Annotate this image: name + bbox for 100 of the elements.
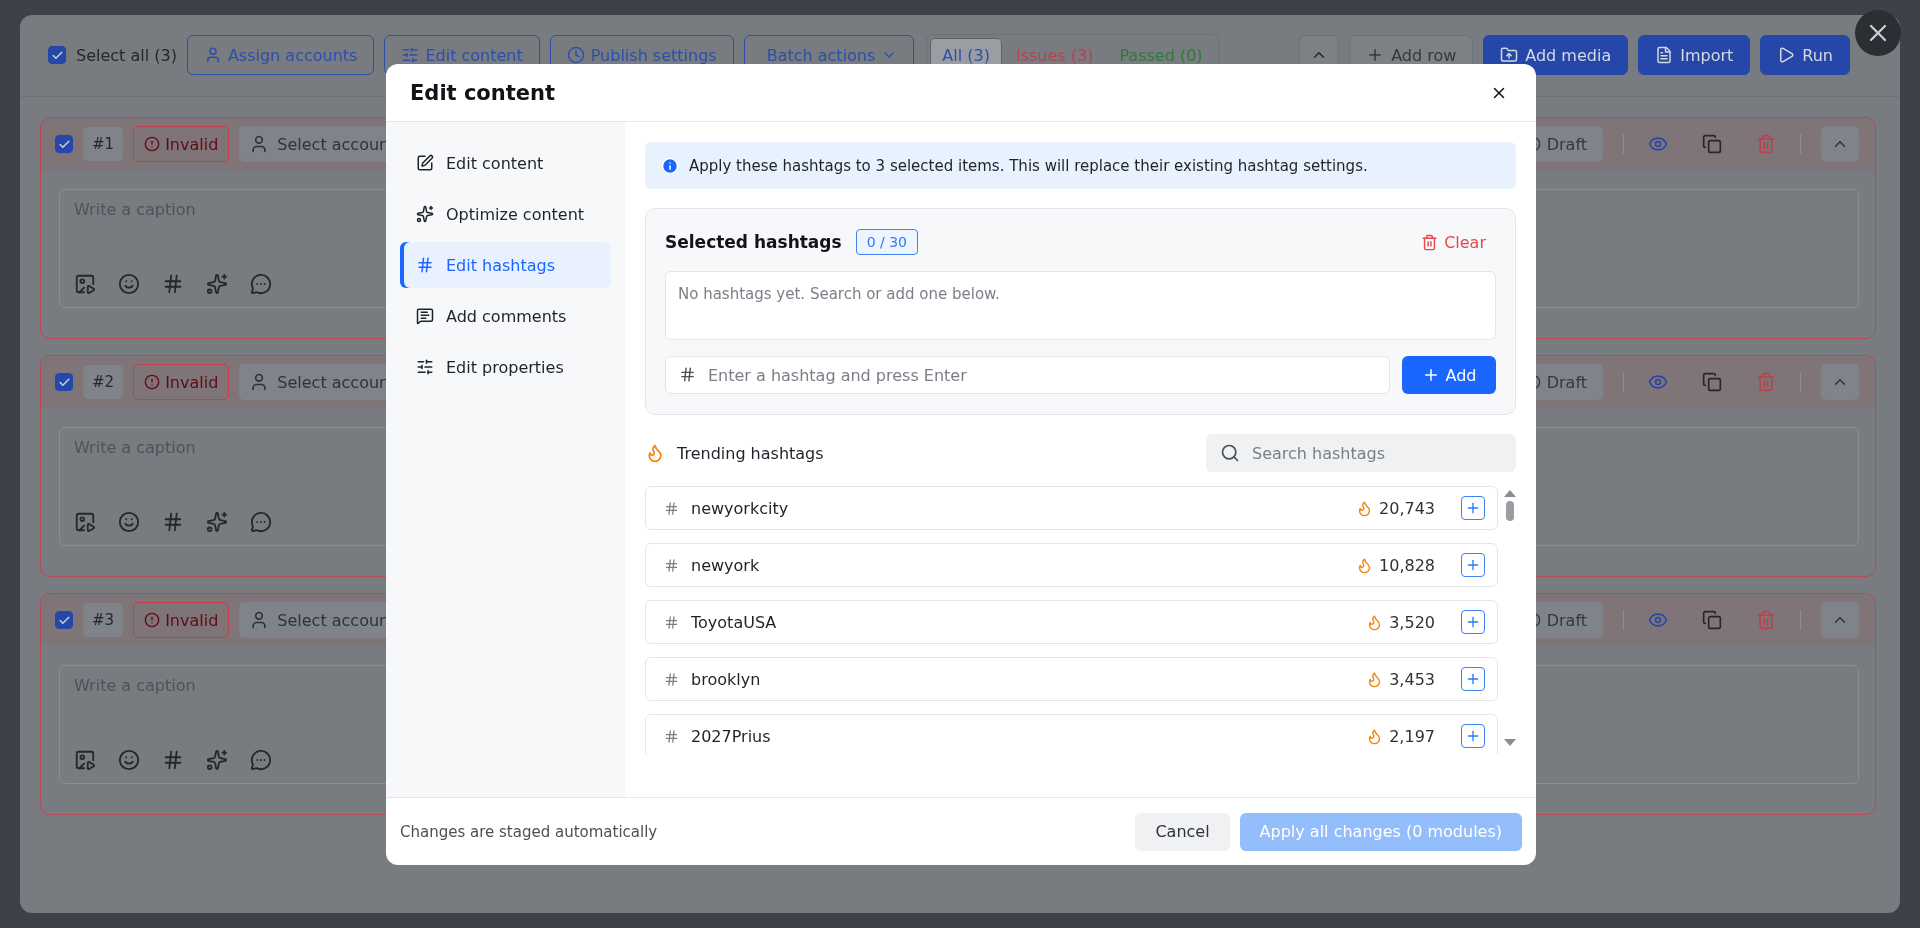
hashtag-name: 2027Prius: [691, 726, 771, 746]
plus-icon: [1465, 728, 1481, 744]
comment-icon: [250, 749, 272, 771]
hash-icon: [664, 500, 679, 516]
hash-icon: [664, 728, 679, 744]
comment-icon: [250, 511, 272, 533]
media-icon: [74, 511, 96, 533]
count-badge: 0 / 30: [855, 229, 918, 255]
hashtag-row[interactable]: ToyotaUSA 3,520: [645, 600, 1498, 644]
trash-icon: [1421, 233, 1439, 251]
action-button[interactable]: Import: [1638, 35, 1751, 75]
add-hashtag-button[interactable]: [1461, 724, 1485, 748]
hashtag-row[interactable]: 2027Prius 2,197: [645, 714, 1498, 754]
hashtag-row[interactable]: newyork 10,828: [645, 543, 1498, 587]
hashtag-name: newyorkcity: [691, 498, 789, 518]
add-hashtag-button[interactable]: [1461, 667, 1485, 691]
close-button[interactable]: [1855, 10, 1901, 56]
hashtag-name: newyork: [691, 555, 760, 575]
hashtag-name: ToyotaUSA: [691, 612, 777, 632]
message-icon: [416, 307, 434, 325]
media-icon: [74, 749, 96, 771]
check-icon: [57, 613, 71, 627]
eye-icon: [1648, 610, 1668, 630]
copy-icon: [1702, 372, 1722, 392]
usage-count: 10,828: [1379, 555, 1435, 575]
sidebar-item[interactable]: Edit content: [400, 140, 611, 186]
sidebar-item[interactable]: Edit hashtags: [400, 242, 611, 288]
hash-icon: [162, 273, 184, 295]
status-badge: Invalid: [133, 126, 230, 162]
sparkles-icon: [206, 749, 228, 771]
add-hashtag-button[interactable]: [1461, 553, 1485, 577]
emoji-icon: [118, 749, 140, 771]
eye-icon: [1648, 134, 1668, 154]
alert-icon: [144, 136, 161, 152]
post-checkbox[interactable]: [55, 135, 73, 153]
add-button[interactable]: Add: [1402, 356, 1496, 394]
hashtag-row[interactable]: brooklyn 3,453: [645, 657, 1498, 701]
search-icon: [1220, 443, 1240, 463]
action-button[interactable]: Run: [1760, 35, 1850, 75]
comment-icon: [250, 273, 272, 295]
hashtag-row[interactable]: newyorkcity 20,743: [645, 486, 1498, 530]
dialog-title: Edit content: [410, 80, 556, 105]
usage-count: 3,520: [1389, 612, 1435, 632]
hash-icon: [664, 557, 679, 573]
flame-icon: [1356, 499, 1373, 517]
hashtag-input[interactable]: Enter a hashtag and press Enter: [665, 356, 1390, 394]
folder-upload-icon: [1500, 46, 1519, 64]
trash-icon: [1756, 134, 1776, 154]
section-title: Trending hashtags: [677, 443, 824, 463]
hash-icon: [664, 614, 679, 630]
flame-icon: [1356, 556, 1373, 574]
info-text: Apply these hashtags to 3 selected items. This will replace their existing hashtag settings.: [689, 156, 1368, 175]
empty-text: No hashtags yet. Search or add one below.: [678, 285, 1000, 303]
copy-icon: [1702, 610, 1722, 630]
select-all-label: Select all (3): [76, 45, 177, 65]
sparkles-icon: [416, 205, 434, 223]
clear-button[interactable]: Clear: [1411, 232, 1496, 252]
search-field[interactable]: Search hashtags: [1206, 434, 1516, 472]
plus-icon: [1465, 671, 1481, 687]
hash-icon: [162, 511, 184, 533]
plus-icon: [1465, 614, 1481, 630]
plus-icon: [1465, 557, 1481, 573]
info-icon: [661, 156, 679, 175]
sidebar-item[interactable]: Optimize content: [400, 191, 611, 237]
pencil-square-icon: [416, 154, 434, 172]
flame-icon: [645, 443, 665, 463]
action-button[interactable]: Add media: [1483, 35, 1629, 75]
post-checkbox[interactable]: [55, 611, 73, 629]
hash-icon: [664, 671, 679, 687]
sparkles-icon: [206, 511, 228, 533]
footer-note: Changes are staged automatically: [400, 822, 658, 841]
add-hashtag-button[interactable]: [1461, 496, 1485, 520]
add-hashtag-button[interactable]: [1461, 610, 1485, 634]
copy-icon: [1702, 134, 1722, 154]
post-checkbox[interactable]: [55, 373, 73, 391]
trash-icon: [1756, 372, 1776, 392]
usage-count: 20,743: [1379, 498, 1435, 518]
hashtag-name: brooklyn: [691, 669, 761, 689]
sliders-icon: [416, 358, 434, 376]
hash-icon: [416, 256, 434, 274]
sparkles-icon: [206, 273, 228, 295]
hash-icon: [679, 366, 696, 383]
status-badge: Invalid: [133, 364, 230, 400]
post-number: #1: [83, 127, 124, 161]
sidebar-item[interactable]: Edit properties: [400, 344, 611, 390]
alert-icon: [144, 374, 161, 390]
check-icon: [57, 375, 71, 389]
trash-icon: [1756, 610, 1776, 630]
status-badge: Invalid: [133, 602, 230, 638]
hash-icon: [162, 749, 184, 771]
media-icon: [74, 273, 96, 295]
select-all-checkbox[interactable]: [48, 46, 66, 64]
plus-icon: [1465, 500, 1481, 516]
cancel-button[interactable]: Cancel: [1135, 812, 1230, 851]
emoji-icon: [118, 273, 140, 295]
check-icon: [57, 137, 71, 151]
post-number: #3: [83, 603, 124, 637]
sliders-icon: [401, 46, 420, 64]
sidebar-item[interactable]: Add comments: [400, 293, 611, 339]
check-icon: [50, 48, 64, 62]
